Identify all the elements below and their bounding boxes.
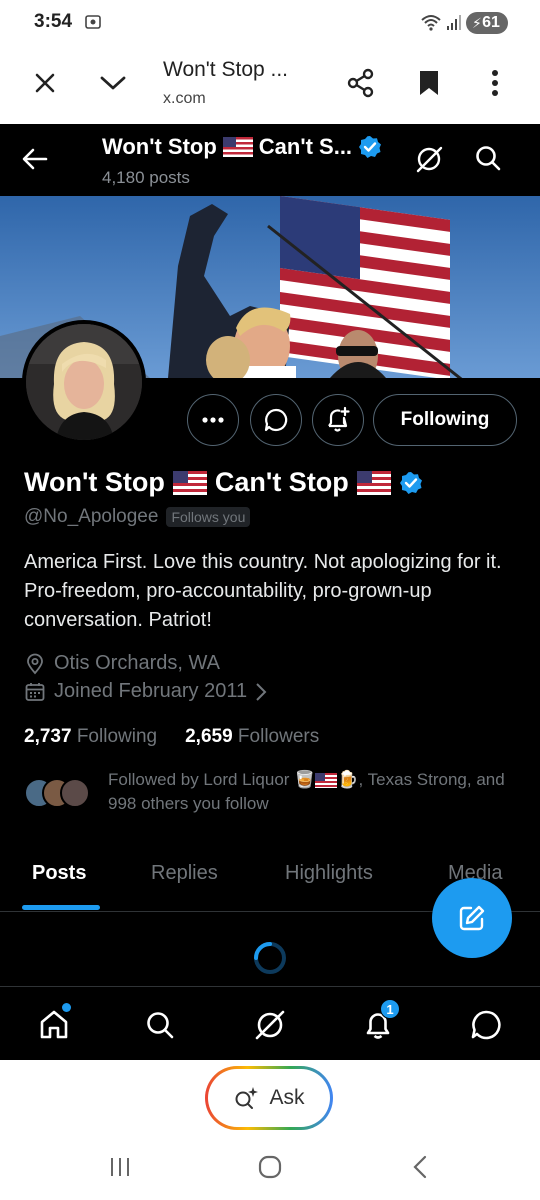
beer-emoji: 🍺 [337,770,359,789]
verified-badge-icon [399,471,422,494]
status-bar: 3:54 ⚡ 61 [0,0,540,46]
us-flag-icon [315,773,338,789]
screen-record-icon [85,15,101,29]
ask-label: Ask [269,1086,305,1109]
compose-icon [459,905,485,931]
whiskey-emoji: 🥃 [294,770,316,789]
active-tab-indicator [22,905,100,910]
bookmark-icon[interactable] [412,66,446,100]
us-flag-icon [222,137,253,157]
tab-replies[interactable]: Replies [151,862,218,885]
following-count-link[interactable]: 2,737 Following [24,726,157,748]
home-new-dot [62,1003,71,1012]
wifi-icon [421,15,441,31]
search-icon [147,1012,174,1039]
profile-display-name: Won't Stop Can't Stop [24,467,423,498]
page-url: x.com [163,90,206,107]
profile-header: Won't Stop Can't S... 4,180 posts [0,124,540,196]
profile-joined[interactable]: Joined February 2011 [24,680,267,703]
charging-icon: ⚡ [472,15,482,31]
sparkle-search-icon [235,1087,259,1109]
profile-name-part1: Won't Stop [24,467,165,497]
recent-apps-button[interactable] [100,1152,140,1182]
bottom-navigation: 1 [0,986,540,1060]
ask-button[interactable]: Ask [205,1066,333,1130]
page-title: Won't Stop ... [163,58,289,81]
profile-handle: @No_Apologee [24,506,159,527]
home-circle-icon [258,1155,282,1179]
home-button[interactable] [250,1152,290,1182]
recent-apps-icon [111,1158,129,1176]
follower-avatar [60,778,90,808]
location-pin-icon [27,653,43,674]
signal-icon [447,15,461,30]
following-button[interactable]: Following [373,394,517,446]
more-actions-button[interactable] [187,394,239,446]
header-name-part1: Won't Stop [102,134,217,159]
close-icon[interactable] [28,66,62,100]
grok-icon[interactable] [414,144,448,178]
assistant-area: Ask [0,1060,540,1200]
profile-bio: America First. Love this country. Not ap… [24,551,502,631]
verified-badge-icon [359,136,382,158]
status-time: 3:54 [34,11,73,32]
following-count: 2,737 [24,726,72,747]
location-text: Otis Orchards, WA [54,652,220,674]
nav-notifications[interactable]: 1 [358,999,400,1045]
chevron-down-icon[interactable] [96,66,130,100]
more-options-icon[interactable] [478,66,512,100]
tab-highlights[interactable]: Highlights [285,862,373,885]
followed-by-avatars [24,778,94,812]
calendar-icon [25,682,45,701]
profile-page: Won't Stop Can't S... 4,180 posts Follow… [0,124,540,1060]
battery-indicator: ⚡ 61 [466,12,508,34]
header-name: Won't Stop Can't S... [102,134,382,160]
nav-messages[interactable] [466,1005,506,1045]
following-label: Following [76,726,158,747]
tab-posts[interactable]: Posts [32,862,86,885]
nav-search[interactable] [140,1005,180,1045]
home-icon [40,1010,68,1039]
profile-location: Otis Orchards, WA [24,652,220,675]
followers-count: 2,659 [185,726,233,747]
loading-spinner [254,942,286,974]
notify-button[interactable] [312,394,364,446]
messages-icon [471,1010,501,1040]
profile-handle-row: @No_Apologee Follows you [24,506,251,528]
followed-by-prefix: Followed by Lord Liquor [108,770,290,789]
posts-count: 4,180 posts [102,168,190,187]
message-button[interactable] [250,394,302,446]
nav-grok[interactable] [250,1005,290,1045]
follow-counts: 2,737 Following 2,659 Followers [24,726,319,748]
share-icon[interactable] [344,66,378,100]
us-flag-icon [356,470,391,495]
nav-home[interactable] [34,1003,74,1045]
back-arrow-icon[interactable] [20,144,54,178]
profile-name-part2: Can't Stop [214,467,349,497]
back-button[interactable] [400,1152,440,1182]
followers-label: Followers [237,726,320,747]
search-icon[interactable] [474,144,508,178]
joined-text: Joined February 2011 [54,680,248,702]
custom-tab-toolbar: Won't Stop ... x.com [0,46,540,124]
follows-you-badge: Follows you [166,507,251,527]
us-flag-icon [172,470,207,495]
followed-by-text: Followed by Lord Liquor 🥃 🍺, Texas Strong… [108,768,518,816]
compose-post-button[interactable] [432,878,512,958]
back-chevron-icon [413,1155,427,1179]
battery-level: 61 [482,14,500,31]
header-name-part2: Can't S... [258,134,353,159]
chevron-right-icon [256,682,267,701]
notification-badge: 1 [380,999,400,1019]
profile-avatar[interactable] [22,320,146,444]
grok-icon [255,1010,285,1040]
followers-count-link[interactable]: 2,659 Followers [185,726,319,748]
ask-button-inner: Ask [208,1069,330,1127]
